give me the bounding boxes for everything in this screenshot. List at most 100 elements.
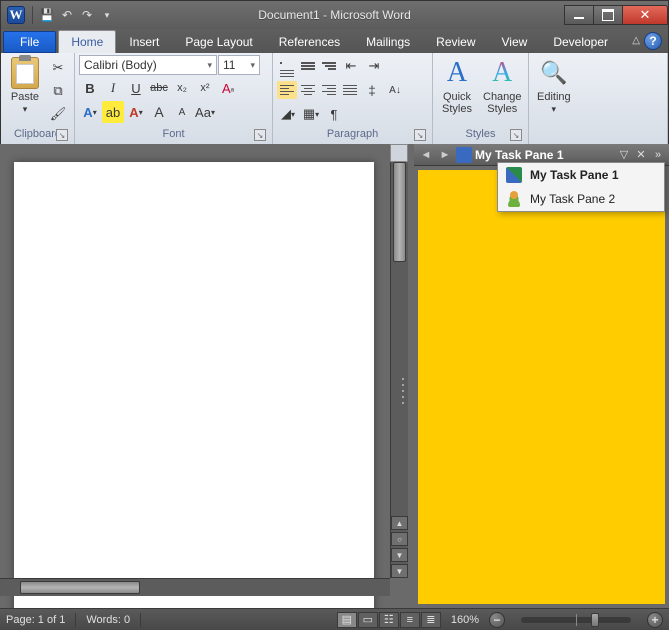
minimize-button[interactable] — [564, 5, 594, 25]
text-effects-button[interactable]: A▾ — [79, 101, 101, 123]
tp-dropdown-icon[interactable]: ▽ — [617, 148, 631, 162]
vscroll-down-icon[interactable]: ▼ — [391, 564, 408, 578]
view-full-screen-icon[interactable]: ▭ — [358, 612, 378, 628]
view-buttons: ▤ ▭ ☷ ≡ ≣ — [337, 612, 441, 628]
app-icon[interactable]: W — [7, 6, 25, 24]
paste-button[interactable]: Paste▾ — [5, 55, 45, 117]
tab-developer[interactable]: Developer — [540, 30, 621, 53]
task-pane-switcher-menu: My Task Pane 1 My Task Pane 2 — [497, 162, 665, 212]
subscript-button[interactable]: x₂ — [171, 77, 193, 99]
ruler-toggle[interactable] — [390, 144, 408, 162]
grow-font-button[interactable]: A — [148, 101, 170, 123]
status-page[interactable]: Page: 1 of 1 — [6, 614, 65, 626]
format-painter-icon[interactable]: 🖌 — [47, 103, 69, 125]
shrink-font-button[interactable]: A — [171, 101, 193, 123]
tab-insert[interactable]: Insert — [116, 30, 172, 53]
align-left-button[interactable] — [277, 81, 297, 99]
change-case-button[interactable]: Aa▾ — [194, 101, 216, 123]
tp-menu-label-2: My Task Pane 2 — [530, 192, 615, 206]
align-right-button[interactable] — [319, 81, 339, 99]
view-print-layout-icon[interactable]: ▤ — [337, 612, 357, 628]
decrease-indent-button[interactable]: ⇤ — [340, 55, 362, 77]
tab-home[interactable]: Home — [58, 30, 116, 53]
vscroll-thumb[interactable] — [393, 162, 406, 262]
hscroll-thumb[interactable] — [20, 581, 140, 594]
line-spacing-button[interactable]: ‡ — [361, 79, 383, 101]
superscript-button[interactable]: x² — [194, 77, 216, 99]
font-dialog-launcher[interactable]: ↘ — [254, 129, 266, 141]
group-editing: 🔍 Editing▾ — [529, 53, 668, 144]
paragraph-dialog-launcher[interactable]: ↘ — [414, 129, 426, 141]
quick-styles-icon: A — [441, 57, 473, 89]
tp-expand-icon[interactable]: » — [651, 148, 665, 162]
zoom-out-button[interactable]: − — [489, 612, 505, 628]
view-draft-icon[interactable]: ≣ — [421, 612, 441, 628]
justify-button[interactable] — [340, 81, 360, 99]
strikethrough-button[interactable]: abc — [148, 77, 170, 99]
tp-back-icon[interactable]: ◄ — [418, 147, 434, 163]
task-pane: ◄ ► My Task Pane 1 ▽ ✕ » My Task Pane 1 … — [414, 144, 669, 608]
multilevel-list-button[interactable] — [319, 57, 339, 75]
change-styles-button[interactable]: A Change Styles — [479, 55, 526, 117]
tp-close-icon[interactable]: ✕ — [634, 148, 648, 162]
page[interactable] — [14, 162, 374, 608]
horizontal-scrollbar[interactable] — [0, 578, 390, 596]
bullets-button[interactable] — [277, 57, 297, 75]
tp-menu-item-1[interactable]: My Task Pane 1 — [498, 163, 664, 187]
browse-next-icon[interactable]: ▼ — [391, 548, 408, 562]
browse-object-icon[interactable]: ○ — [391, 532, 408, 546]
editing-button[interactable]: 🔍 Editing▾ — [533, 55, 575, 117]
help-icon[interactable]: ? — [644, 32, 662, 50]
clipboard-dialog-launcher[interactable]: ↘ — [56, 129, 68, 141]
quick-styles-button[interactable]: A Quick Styles — [437, 55, 477, 117]
clear-formatting-button[interactable]: Aₐ — [217, 77, 239, 99]
view-outline-icon[interactable]: ≡ — [400, 612, 420, 628]
sort-button[interactable]: A↓ — [384, 79, 406, 101]
font-family-combo[interactable]: Calibri (Body)▾ — [79, 55, 217, 75]
maximize-button[interactable] — [593, 5, 623, 25]
redo-icon[interactable]: ↷ — [78, 6, 96, 24]
undo-icon[interactable]: ↶ — [58, 6, 76, 24]
tp-menu-item-2[interactable]: My Task Pane 2 — [498, 187, 664, 211]
font-color-button[interactable]: A▾ — [125, 101, 147, 123]
clipboard-icon — [11, 57, 39, 89]
show-hide-button[interactable]: ¶ — [323, 103, 345, 125]
vertical-scrollbar[interactable]: ▲ ○ ▼ ▼ — [390, 162, 408, 578]
task-pane-body — [418, 170, 665, 604]
view-web-layout-icon[interactable]: ☷ — [379, 612, 399, 628]
styles-dialog-launcher[interactable]: ↘ — [510, 129, 522, 141]
tp-menu-icon-1 — [506, 167, 522, 183]
browse-prev-icon[interactable]: ▲ — [391, 516, 408, 530]
tab-file[interactable]: File — [3, 31, 56, 53]
italic-button[interactable]: I — [102, 77, 124, 99]
status-words[interactable]: Words: 0 — [86, 614, 130, 626]
zoom-slider[interactable] — [521, 617, 631, 623]
numbering-button[interactable] — [298, 57, 318, 75]
copy-icon[interactable]: ⧉ — [47, 80, 69, 102]
align-center-button[interactable] — [298, 81, 318, 99]
group-label-paragraph: Paragraph — [327, 128, 378, 140]
highlight-button[interactable]: ab — [102, 101, 124, 123]
tab-page-layout[interactable]: Page Layout — [172, 30, 265, 53]
tab-review[interactable]: Review — [423, 30, 488, 53]
titlebar: W 💾 ↶ ↷ ▾ Document1 - Microsoft Word ✕ — [1, 1, 668, 29]
increase-indent-button[interactable]: ⇥ — [363, 55, 385, 77]
shading-button[interactable]: ◢▾ — [277, 103, 299, 125]
minimize-ribbon-icon[interactable]: △ — [632, 35, 640, 46]
group-label-clipboard: Clipboard — [14, 128, 61, 140]
cut-icon[interactable]: ✂ — [47, 57, 69, 79]
tab-mailings[interactable]: Mailings — [353, 30, 423, 53]
save-icon[interactable]: 💾 — [38, 6, 56, 24]
tab-references[interactable]: References — [266, 30, 353, 53]
tab-view[interactable]: View — [489, 30, 541, 53]
qat-customize-icon[interactable]: ▾ — [98, 6, 116, 24]
zoom-slider-knob[interactable] — [591, 613, 599, 627]
borders-button[interactable]: ▦▾ — [300, 103, 322, 125]
underline-button[interactable]: U — [125, 77, 147, 99]
bold-button[interactable]: B — [79, 77, 101, 99]
font-size-combo[interactable]: 11▾ — [218, 55, 260, 75]
zoom-in-button[interactable]: + — [647, 612, 663, 628]
zoom-percent[interactable]: 160% — [451, 614, 479, 626]
close-button[interactable]: ✕ — [622, 5, 668, 25]
tp-forward-icon[interactable]: ► — [437, 147, 453, 163]
